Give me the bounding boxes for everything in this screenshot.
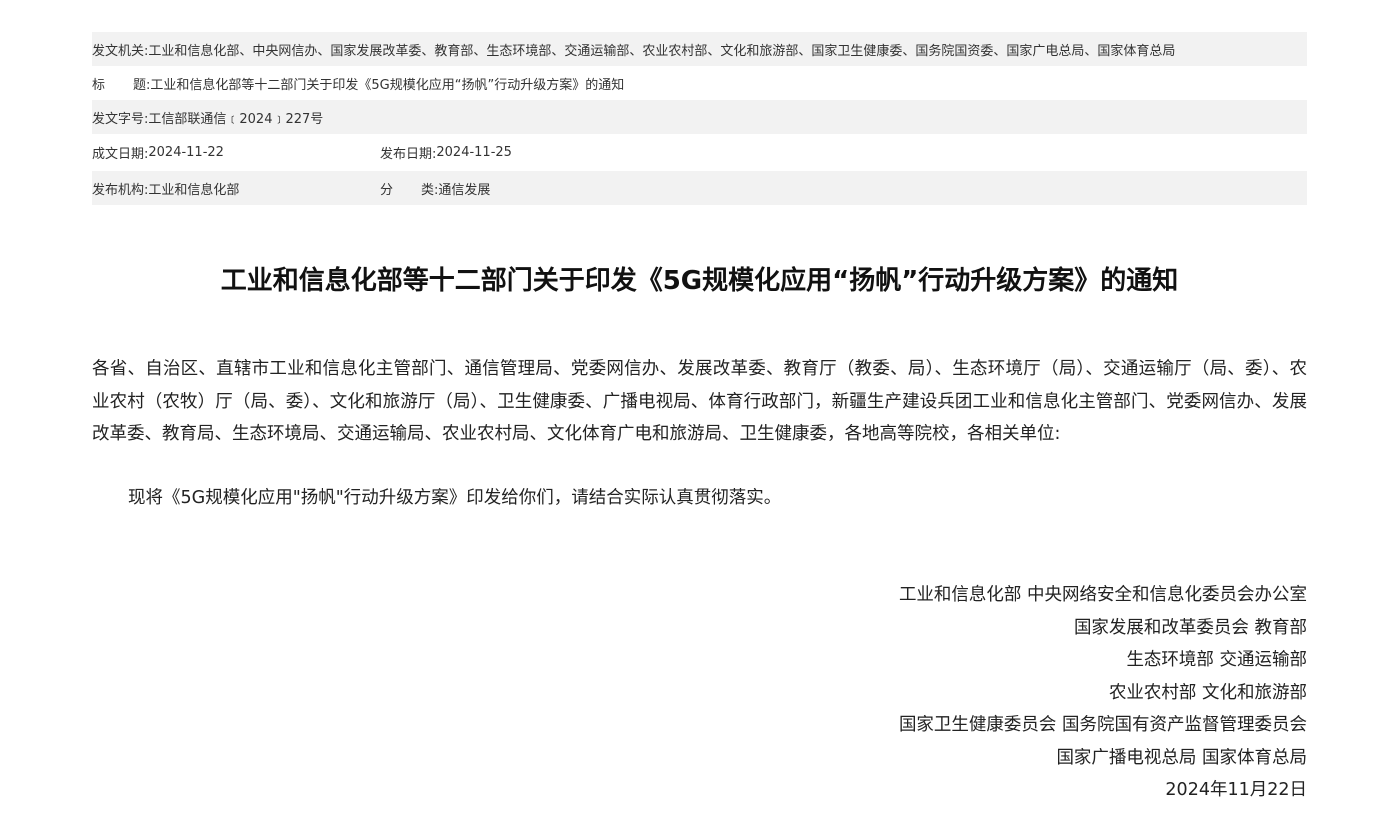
- signature-line: 国家卫生健康委员会 国务院国有资产监督管理委员会: [898, 715, 1307, 735]
- org-label: 发布机构:: [92, 182, 149, 198]
- title-row: 标 题: 工业和信息化部等十二部门关于印发《5G规模化应用“扬帆”行动升级方案》…: [92, 66, 1307, 100]
- publish-date-label: 发布日期:: [380, 147, 437, 162]
- written-date-cell: 成文日期: 2024-11-22: [92, 143, 380, 162]
- category-cell: 分 类: 通信发展: [380, 179, 490, 198]
- signature-line: 工业和信息化部 中央网络安全和信息化委员会办公室: [898, 585, 1307, 605]
- doc-number-label: 发文字号:: [92, 111, 149, 127]
- publish-date-cell: 发布日期: 2024-11-25: [380, 143, 512, 162]
- doc-number-value: 工信部联通信﹝2024﹞227号: [148, 111, 324, 127]
- signature-line: 国家广播电视总局 国家体育总局: [1056, 747, 1307, 768]
- category-value: 通信发展: [438, 182, 491, 198]
- title-value: 工业和信息化部等十二部门关于印发《5G规模化应用“扬帆”行动升级方案》的通知: [150, 77, 625, 93]
- issuer-label: 发文机关:: [92, 43, 149, 59]
- signature-line: 生态环境部 交通运输部: [1126, 650, 1307, 670]
- dates-row: 成文日期: 2024-11-22 发布日期: 2024-11-25: [92, 134, 1307, 171]
- written-date-value: 2024-11-22: [148, 145, 224, 160]
- title-label-char1: 标: [92, 77, 106, 93]
- issuer-value: 工业和信息化部、中央网信办、国家发展改革委、教育部、生态环境部、交通运输部、农业…: [148, 43, 1176, 59]
- org-cell: 发布机构: 工业和信息化部: [92, 179, 380, 198]
- title-label-char2: 题:: [133, 77, 151, 93]
- signature-line: 国家发展和改革委员会 教育部: [1073, 617, 1307, 638]
- org-value: 工业和信息化部: [148, 182, 240, 198]
- signature-date: 2024年11月22日: [1165, 780, 1307, 800]
- org-row: 发布机构: 工业和信息化部 分 类: 通信发展: [92, 171, 1307, 205]
- issuer-row: 发文机关: 工业和信息化部、中央网信办、国家发展改革委、教育部、生态环境部、交通…: [92, 32, 1307, 66]
- document-title: 工业和信息化部等十二部门关于印发《5G规模化应用“扬帆”行动升级方案》的通知: [220, 266, 1179, 297]
- signature-line: 农业农村部 文化和旅游部: [1108, 682, 1307, 703]
- doc-number-row: 发文字号: 工信部联通信﹝2024﹞227号: [92, 100, 1307, 134]
- category-label-char2: 类:: [421, 182, 439, 198]
- written-date-label: 成文日期:: [92, 147, 149, 162]
- document-metadata-table: 发文机关: 工业和信息化部、中央网信办、国家发展改革委、教育部、生态环境部、交通…: [92, 32, 1307, 205]
- category-label-char1: 分: [380, 182, 394, 198]
- signature-block: 工业和信息化部 中央网络安全和信息化委员会办公室 国家发展和改革委员会 教育部 …: [899, 579, 1307, 807]
- content-paragraph: 现将《5G规模化应用"扬帆"行动升级方案》印发给你们，请结合实际认真贯彻落实。: [128, 488, 782, 508]
- publish-date-value: 2024-11-25: [436, 145, 512, 160]
- salutation-paragraph: 各省、自治区、直辖市工业和信息化主管部门、通信管理局、党委网信办、发展改革委、教…: [92, 359, 1307, 444]
